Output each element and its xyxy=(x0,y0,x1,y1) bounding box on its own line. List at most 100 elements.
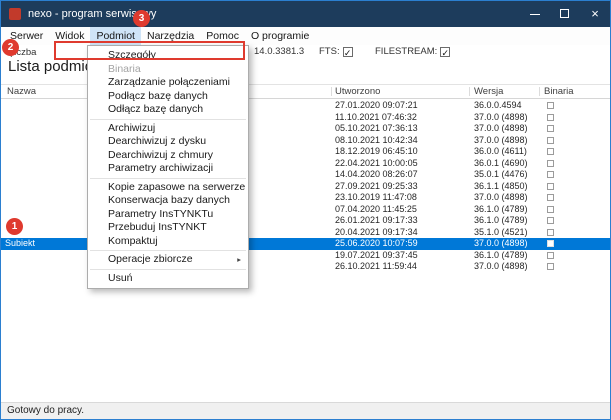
annotation-step-badge-2: 2 xyxy=(2,39,19,56)
cell-version: 37.0.0 (4898) xyxy=(474,238,528,250)
cell-version: 37.0.0 (4898) xyxy=(474,112,528,124)
menu-item-dearchiwizuj-z-dysku[interactable]: Dearchiwizuj z dysku xyxy=(88,135,248,149)
menu-item-label: Operacje zbiorcze xyxy=(108,253,193,265)
menu-item-odlacz-baze-danych[interactable]: Odłącz bazę danych xyxy=(88,103,248,117)
cell-version: 36.0.1 (4690) xyxy=(474,158,528,170)
cell-created: 27.09.2021 09:25:33 xyxy=(335,181,418,193)
binaria-checkbox[interactable] xyxy=(547,160,554,167)
menu-item-konserwacja-bazy-danych[interactable]: Konserwacja bazy danych xyxy=(88,194,248,208)
cell-version: 36.0.0 (4611) xyxy=(474,146,527,158)
menu-separator xyxy=(90,119,246,120)
menu-separator xyxy=(90,250,246,251)
app-icon xyxy=(9,8,21,20)
binaria-checkbox[interactable] xyxy=(547,240,554,247)
menu-separator xyxy=(90,178,246,179)
maximize-icon xyxy=(560,9,569,18)
binaria-checkbox[interactable] xyxy=(547,183,554,190)
cell-created: 14.04.2020 08:26:07 xyxy=(335,169,418,181)
cell-created: 26.01.2021 09:17:33 xyxy=(335,215,418,227)
binaria-checkbox[interactable] xyxy=(547,125,554,132)
menu-item-operacje-zbiorcze[interactable]: Operacje zbiorcze ▸ xyxy=(88,253,248,267)
cell-version: 37.0.0 (4898) xyxy=(474,123,528,135)
cell-version: 37.0.0 (4898) xyxy=(474,135,528,147)
cell-name: Subiekt xyxy=(5,238,35,250)
menubar-item-o-programie[interactable]: O programie xyxy=(245,27,315,45)
cell-created: 11.10.2021 07:46:32 xyxy=(335,112,417,124)
cell-version: 37.0.0 (4898) xyxy=(474,192,528,204)
close-icon: × xyxy=(580,1,610,27)
check-icon: ✓ xyxy=(344,48,352,58)
annotation-step-badge-3: 3 xyxy=(133,10,150,27)
annotation-highlight-rectangle xyxy=(54,41,245,60)
cell-version: 37.0.0 (4898) xyxy=(474,261,528,273)
column-divider xyxy=(331,87,332,96)
sql-server-version: 14.0.3381.3 xyxy=(254,46,304,58)
column-header-binaria[interactable]: Binaria xyxy=(544,85,574,99)
cell-created: 25.06.2020 10:07:59 xyxy=(335,238,418,250)
cell-created: 27.01.2020 09:07:21 xyxy=(335,100,418,112)
cell-created: 20.04.2021 09:17:34 xyxy=(335,227,418,239)
status-bar: Gotowy do pracy. xyxy=(1,402,610,419)
menu-item-usun[interactable]: Usuń xyxy=(88,272,248,286)
cell-created: 05.10.2021 07:36:13 xyxy=(335,123,418,135)
annotation-step-badge-1: 1 xyxy=(6,218,23,235)
binaria-checkbox[interactable] xyxy=(547,252,554,259)
menu-item-parametry-instynktu[interactable]: Parametry InsTYNKTu xyxy=(88,208,248,222)
binaria-checkbox[interactable] xyxy=(547,194,554,201)
binaria-checkbox[interactable] xyxy=(547,263,554,270)
filestream-label: FILESTREAM: xyxy=(375,46,437,57)
menu-item-podlacz-baze-danych[interactable]: Podłącz bazę danych xyxy=(88,90,248,104)
column-header-nazwa[interactable]: Nazwa xyxy=(7,85,36,99)
menu-item-dearchiwizuj-z-chmury[interactable]: Dearchiwizuj z chmury xyxy=(88,149,248,163)
binaria-checkbox[interactable] xyxy=(547,148,554,155)
column-divider xyxy=(539,87,540,96)
cell-created: 26.10.2021 11:59:44 xyxy=(335,261,417,273)
menu-item-kompaktuj[interactable]: Kompaktuj xyxy=(88,235,248,249)
status-text: Gotowy do pracy. xyxy=(7,405,84,416)
cell-version: 35.1.0 (4521) xyxy=(474,227,528,239)
close-button[interactable]: × xyxy=(580,1,610,27)
cell-created: 07.04.2020 11:45:25 xyxy=(335,204,417,216)
menu-separator xyxy=(90,269,246,270)
cell-created: 23.10.2019 11:47:08 xyxy=(335,192,417,204)
column-header-utworzono[interactable]: Utworzono xyxy=(335,85,380,99)
menu-item-zarzadzanie-polaczeniami[interactable]: Zarządzanie połączeniami xyxy=(88,76,248,90)
binaria-checkbox[interactable] xyxy=(547,171,554,178)
menu-item-binaria: Binaria xyxy=(88,63,248,77)
menu-item-parametry-archiwizacji[interactable]: Parametry archiwizacji xyxy=(88,162,248,176)
column-divider xyxy=(469,87,470,96)
cell-version: 35.0.1 (4476) xyxy=(474,169,528,181)
column-header-wersja[interactable]: Wersja xyxy=(474,85,503,99)
minimize-button[interactable] xyxy=(520,1,550,27)
cell-version: 36.1.0 (4789) xyxy=(474,204,528,216)
menu-item-przebuduj-instynkt[interactable]: Przebuduj InsTYNKT xyxy=(88,221,248,235)
fts-label: FTS: xyxy=(319,46,340,57)
menu-item-archiwizuj[interactable]: Archiwizuj xyxy=(88,122,248,136)
cell-version: 36.1.1 (4850) xyxy=(474,181,528,193)
cell-created: 18.12.2019 06:45:10 xyxy=(335,146,418,158)
check-icon: ✓ xyxy=(441,48,449,58)
minimize-icon xyxy=(530,14,540,15)
cell-created: 19.07.2021 09:37:45 xyxy=(335,250,418,262)
submenu-arrow-icon: ▸ xyxy=(237,253,241,267)
cell-version: 36.0.0.4594 xyxy=(474,100,522,112)
maximize-button[interactable] xyxy=(550,1,580,27)
filestream-indicator: FILESTREAM: ✓ xyxy=(375,46,450,58)
binaria-checkbox[interactable] xyxy=(547,137,554,144)
binaria-checkbox[interactable] xyxy=(547,206,554,213)
binaria-checkbox[interactable] xyxy=(547,229,554,236)
title-bar: nexo - program serwisowy × xyxy=(1,1,610,27)
menu-item-kopie-zapasowe-na-serwerze[interactable]: Kopie zapasowe na serwerze xyxy=(88,181,248,195)
fts-checkbox[interactable]: ✓ xyxy=(343,47,353,57)
cell-created: 22.04.2021 10:00:05 xyxy=(335,158,418,170)
cell-version: 36.1.0 (4789) xyxy=(474,250,528,262)
binaria-checkbox[interactable] xyxy=(547,217,554,224)
binaria-checkbox[interactable] xyxy=(547,114,554,121)
cell-created: 08.10.2021 10:42:34 xyxy=(335,135,418,147)
binaria-checkbox[interactable] xyxy=(547,102,554,109)
fts-indicator: FTS: ✓ xyxy=(319,46,353,58)
podmiot-dropdown-menu: Szczegóły Binaria Zarządzanie połączenia… xyxy=(87,45,249,289)
cell-version: 36.1.0 (4789) xyxy=(474,215,528,227)
filestream-checkbox[interactable]: ✓ xyxy=(440,47,450,57)
app-window: nexo - program serwisowy × Serwer Widok … xyxy=(0,0,611,420)
